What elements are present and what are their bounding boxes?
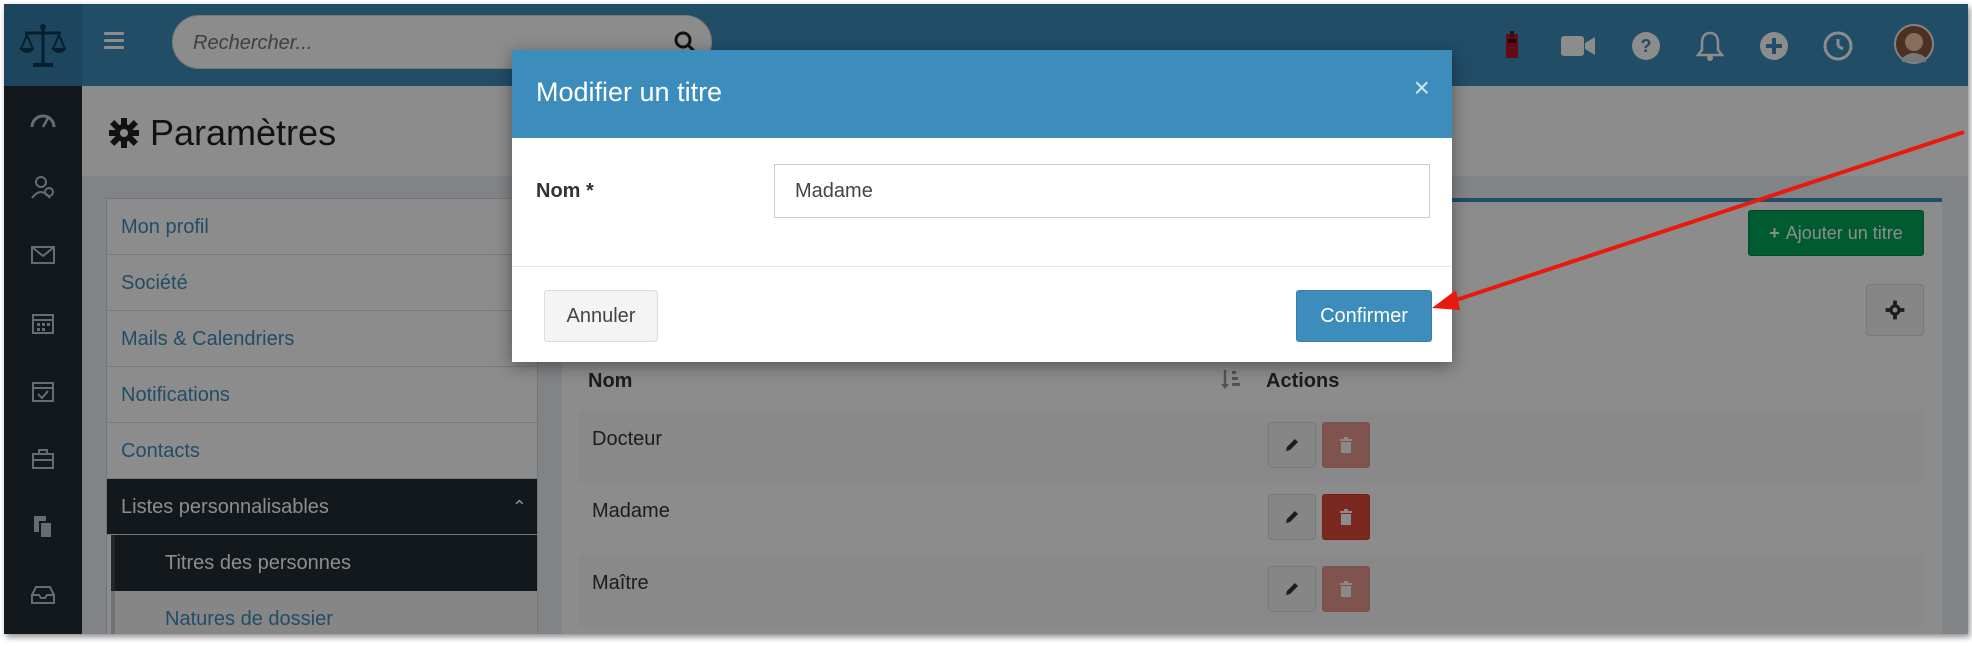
annotation-arrow (1432, 130, 1965, 310)
app-window: ? (4, 4, 1968, 634)
